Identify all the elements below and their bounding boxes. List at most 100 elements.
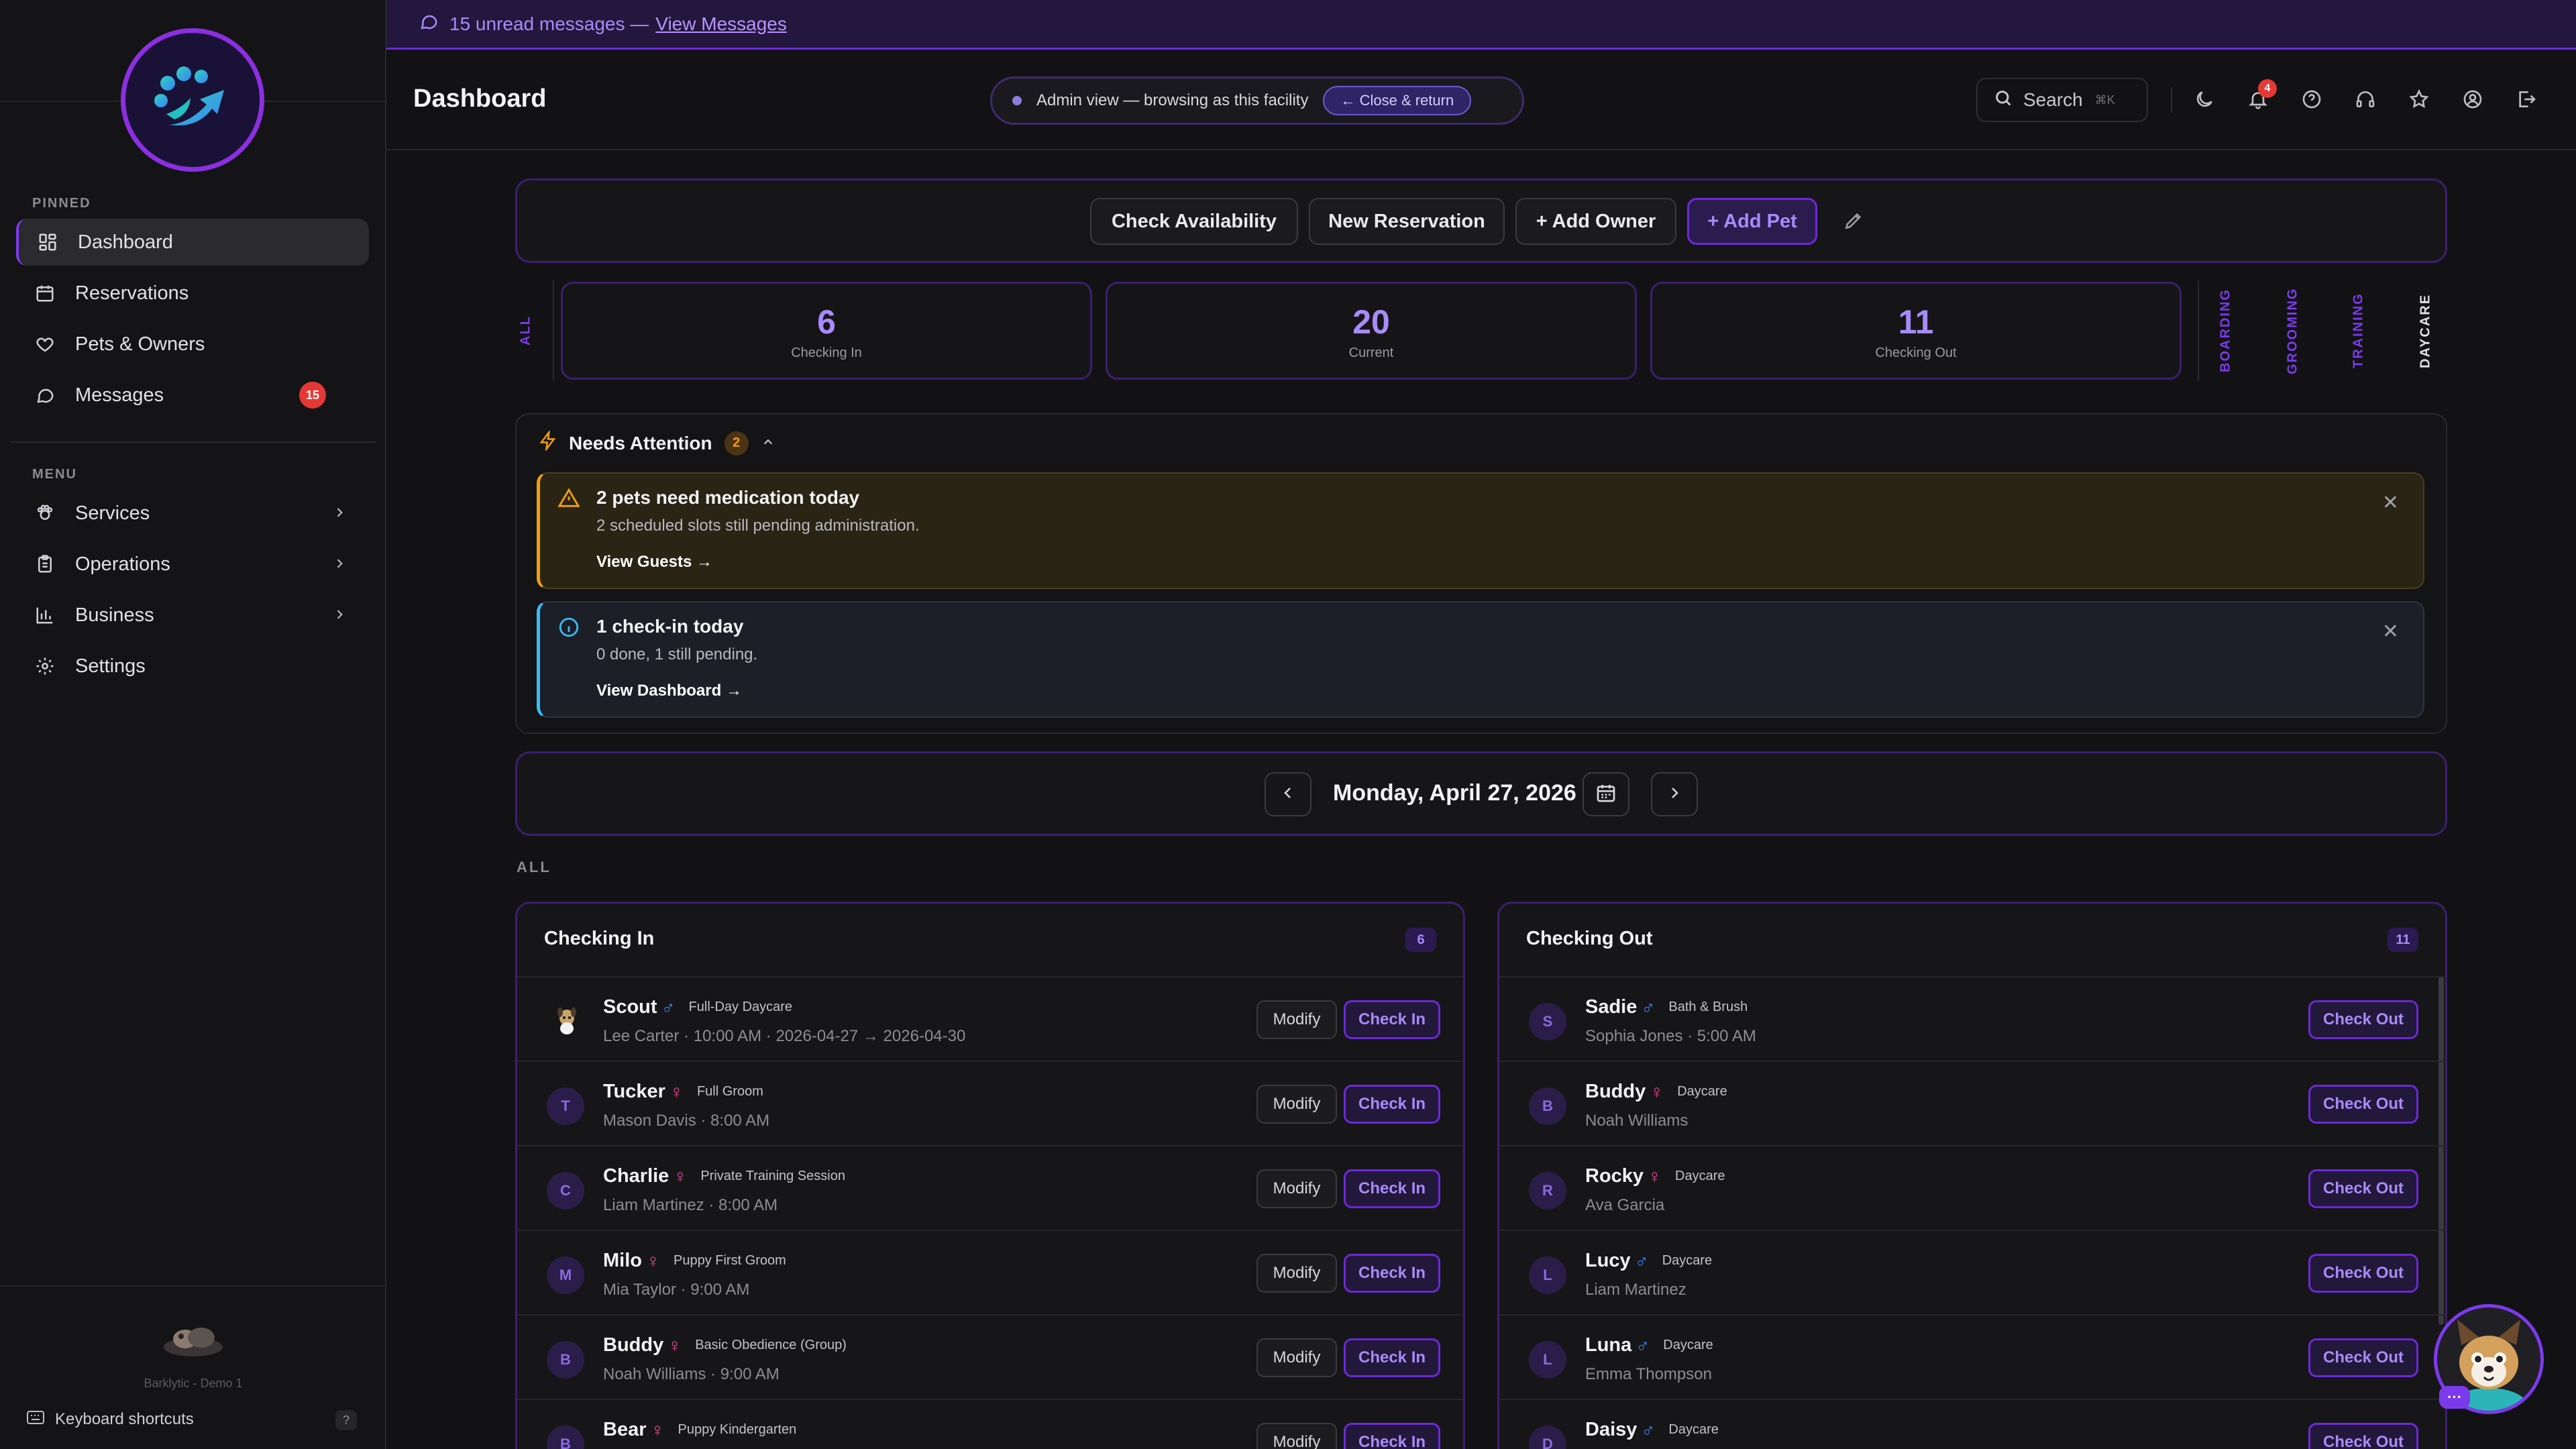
stat-checking-in[interactable]: 6 Checking In [561, 282, 1092, 380]
male-icon: ♂ [1641, 1419, 1656, 1440]
unread-messages-banner: 15 unread messages — View Messages [386, 0, 2576, 50]
check-in-button[interactable]: Check In [1344, 1338, 1440, 1377]
check-out-button[interactable]: Check Out [2308, 1254, 2418, 1293]
alert-subtitle: 2 scheduled slots still pending administ… [596, 517, 920, 535]
check-in-button[interactable]: Check In [1344, 1085, 1440, 1124]
table-row[interactable]: B Buddy ♀ Basic Obedience (Group) Noah Wil… [517, 1314, 1463, 1399]
stat-current[interactable]: 20 Current [1106, 282, 1637, 380]
tab-grooming[interactable]: GROOMING [2279, 280, 2306, 381]
new-reservation-button[interactable]: New Reservation [1309, 198, 1505, 245]
table-row[interactable]: B Buddy ♀ Daycare Noah Williams Check Out [1499, 1061, 2445, 1145]
table-row[interactable]: D Daisy ♂ Daycare Check Out [1499, 1399, 2445, 1449]
support-button[interactable] [2355, 89, 2376, 113]
tab-daycare[interactable]: DAYCARE [2412, 280, 2439, 381]
view-guests-link[interactable]: View Guests → [596, 553, 920, 572]
modify-button[interactable]: Modify [1256, 1254, 1337, 1293]
add-pet-button[interactable]: + Add Pet [1687, 198, 1817, 245]
avatar: B [547, 1341, 584, 1379]
stat-label: Checking Out [1875, 345, 1957, 360]
sidebar-item-messages[interactable]: Messages 15 [16, 372, 369, 419]
sidebar-item-pets-owners[interactable]: Pets & Owners [16, 321, 369, 368]
male-icon: ♂ [1641, 996, 1656, 1018]
chat-bubble-icon[interactable]: ··· [2439, 1386, 2470, 1409]
logout-button[interactable] [2516, 89, 2537, 113]
sidebar-item-dashboard[interactable]: Dashboard [16, 219, 369, 266]
close-icon[interactable]: ✕ [2382, 491, 2399, 515]
pet-name-line: Luna ♂ Daycare [1585, 1334, 1713, 1356]
view-messages-link[interactable]: View Messages [655, 13, 787, 35]
modify-button[interactable]: Modify [1256, 1169, 1337, 1208]
modify-button[interactable]: Modify [1256, 1423, 1337, 1449]
table-row[interactable]: Scout ♂ Full-Day Daycare Lee Carter · 10:0… [517, 976, 1463, 1061]
checking-out-panel: Checking Out 11 S Sadie ♂ Bath & Brush Sop… [1497, 902, 2447, 1449]
tab-training[interactable]: TRAINING [2345, 280, 2372, 381]
row-time: 9:00 AM [690, 1281, 750, 1299]
check-out-button[interactable]: Check Out [2308, 1085, 2418, 1124]
keyboard-shortcuts-link[interactable]: Keyboard shortcuts [27, 1410, 194, 1429]
sidebar-item-reservations[interactable]: Reservations [16, 270, 369, 317]
check-in-button[interactable]: Check In [1344, 1000, 1440, 1039]
sidebar-item-operations[interactable]: Operations [16, 541, 369, 588]
check-in-button[interactable]: Check In [1344, 1423, 1440, 1449]
stats-divider [2198, 280, 2199, 381]
sidebar-item-label: Operations [75, 553, 170, 575]
tab-boarding[interactable]: BOARDING [2212, 280, 2239, 381]
sidebar-item-settings[interactable]: Settings [16, 643, 369, 690]
sidebar-item-label: Messages [75, 384, 164, 406]
stat-checking-out[interactable]: 11 Checking Out [1650, 282, 2182, 380]
pet-name-line: Tucker ♀ Full Groom [603, 1081, 763, 1103]
theme-toggle-button[interactable] [2194, 89, 2215, 113]
table-row[interactable]: M Milo ♀ Puppy First Groom Mia Taylor · 9:… [517, 1230, 1463, 1314]
pet-name-line: Sadie ♂ Bath & Brush [1585, 996, 1748, 1018]
account-button[interactable] [2462, 89, 2483, 113]
table-row[interactable]: T Tucker ♀ Full Groom Mason Davis · 8:00 A… [517, 1061, 1463, 1145]
check-out-button[interactable]: Check Out [2308, 1338, 2418, 1377]
next-day-button[interactable] [1651, 772, 1698, 816]
table-row[interactable]: S Sadie ♂ Bath & Brush Sophia Jones · 5:00… [1499, 976, 2445, 1061]
check-availability-button[interactable]: Check Availability [1090, 198, 1298, 245]
row-time: 8:00 AM [710, 1112, 770, 1130]
close-icon[interactable]: ✕ [2382, 620, 2399, 643]
previous-day-button[interactable] [1265, 772, 1311, 816]
sidebar-item-label: Business [75, 604, 154, 626]
help-button[interactable] [2301, 89, 2322, 113]
service-tag: Full-Day Daycare [688, 1000, 793, 1014]
search-box[interactable]: Search ⌘K [1976, 78, 2148, 122]
stat-value: 6 [817, 303, 836, 341]
add-owner-button[interactable]: + Add Owner [1515, 198, 1676, 245]
sidebar-item-business[interactable]: Business [16, 592, 369, 639]
avatar: B [1529, 1087, 1566, 1125]
date-picker-button[interactable] [1582, 772, 1629, 816]
quick-actions-bar: Check Availability New Reservation + Add… [515, 178, 2447, 263]
close-return-button[interactable]: ← Close & return [1323, 86, 1472, 115]
check-out-button[interactable]: Check Out [2308, 1169, 2418, 1208]
favorites-button[interactable] [2408, 89, 2430, 113]
female-icon: ♀ [1650, 1081, 1664, 1102]
table-row[interactable]: B Bear ♀ Puppy Kindergarten Modify Check I… [517, 1399, 1463, 1449]
check-in-button[interactable]: Check In [1344, 1169, 1440, 1208]
check-out-button[interactable]: Check Out [2308, 1000, 2418, 1039]
edit-actions-button[interactable] [1843, 210, 1864, 235]
avatar: C [547, 1172, 584, 1210]
table-row[interactable]: C Charlie ♀ Private Training Session Liam … [517, 1145, 1463, 1230]
needs-attention-header[interactable]: Needs Attention 2 [538, 429, 775, 455]
tab-all[interactable]: ALL [513, 280, 539, 381]
avatar: R [1529, 1172, 1566, 1210]
pencil-icon [1843, 213, 1864, 234]
check-in-button[interactable]: Check In [1344, 1254, 1440, 1293]
facility-avatar[interactable] [161, 1320, 225, 1358]
view-dashboard-link[interactable]: View Dashboard → [596, 682, 757, 700]
notifications-button[interactable]: 4 [2247, 79, 2277, 113]
sidebar-item-services[interactable]: Services [16, 490, 369, 537]
table-row[interactable]: R Rocky ♀ Daycare Ava Garcia Check Out [1499, 1145, 2445, 1230]
table-row[interactable]: L Lucy ♂ Daycare Liam Martinez Check Out [1499, 1230, 2445, 1314]
check-out-button[interactable]: Check Out [2308, 1423, 2418, 1449]
modify-button[interactable]: Modify [1256, 1085, 1337, 1124]
modify-button[interactable]: Modify [1256, 1000, 1337, 1039]
owner-name: Mason Davis [603, 1112, 696, 1130]
modify-button[interactable]: Modify [1256, 1338, 1337, 1377]
table-row[interactable]: L Luna ♂ Daycare Emma Thompson Check Out [1499, 1314, 2445, 1399]
pet-name: Lucy [1585, 1250, 1631, 1271]
app-logo[interactable] [121, 28, 264, 172]
status-dot [1012, 96, 1022, 105]
